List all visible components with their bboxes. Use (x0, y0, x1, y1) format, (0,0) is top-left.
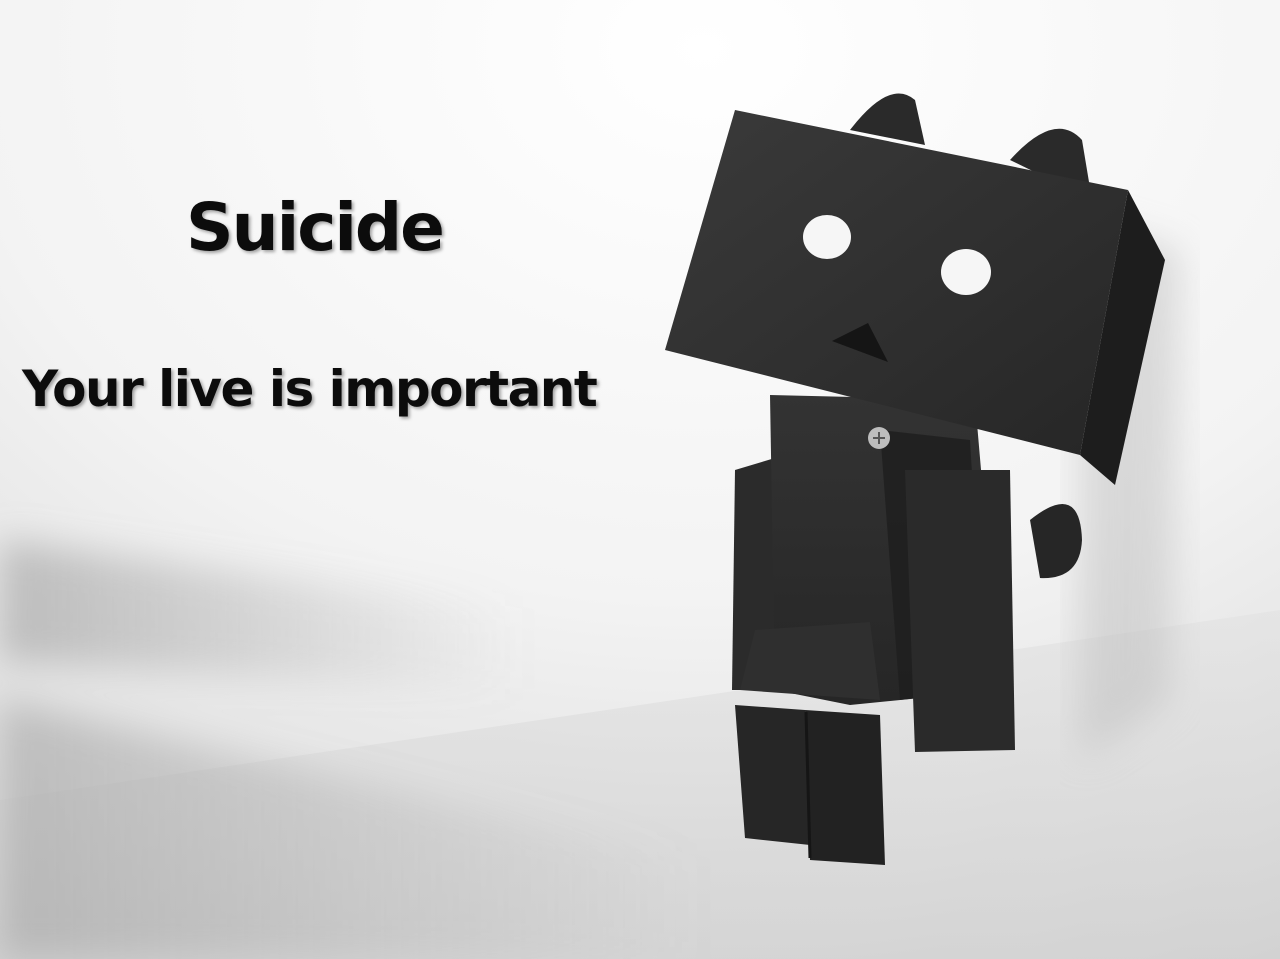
photo-scene (0, 0, 1280, 959)
figure-right-leg (805, 710, 885, 865)
figure-right-eye (941, 249, 991, 295)
figure-left-leg (735, 705, 810, 845)
overlay-subtitle: Your live is important (22, 360, 598, 418)
overlay-title: Suicide (186, 189, 445, 266)
figure-left-eye (803, 215, 851, 259)
figure-front-arm (905, 470, 1015, 752)
figure-body-flap (740, 622, 880, 700)
